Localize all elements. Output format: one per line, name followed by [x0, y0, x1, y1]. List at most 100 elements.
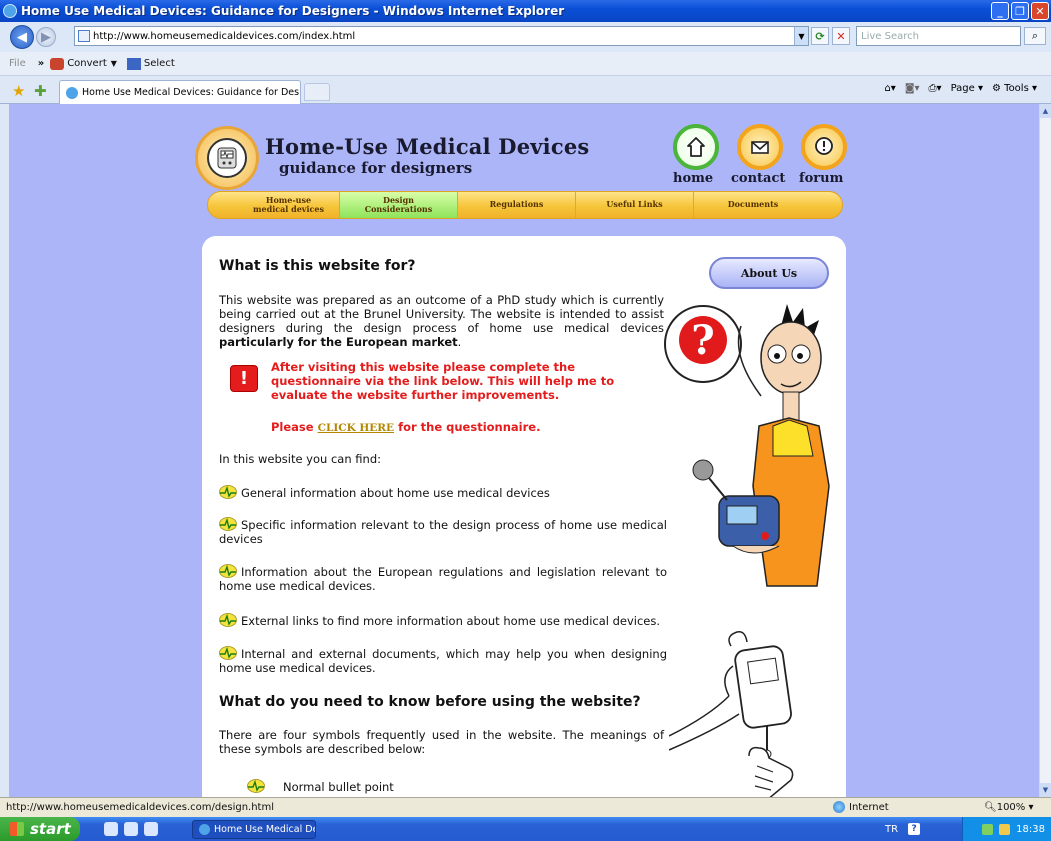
- close-button[interactable]: ✕: [1031, 2, 1049, 20]
- feeds-icon[interactable]: ◙▾: [905, 83, 920, 94]
- nav-useful-links[interactable]: Useful Links: [576, 192, 694, 218]
- windows-flag-icon: [10, 822, 24, 836]
- address-bar[interactable]: http://www.homeusemedicaldevices.com/ind…: [74, 26, 809, 46]
- left-frame: [0, 104, 9, 797]
- forward-button[interactable]: ▶: [36, 27, 56, 47]
- heading-before-using: What do you need to know before using th…: [219, 694, 641, 710]
- chevron-icon[interactable]: »: [38, 58, 44, 69]
- questionnaire-notice: After visiting this website please compl…: [271, 360, 615, 402]
- list-item: Information about the European regulatio…: [219, 564, 667, 593]
- favorites-star-icon[interactable]: ★: [12, 82, 25, 100]
- home-button[interactable]: [673, 124, 719, 170]
- quick-launch-icon[interactable]: [144, 822, 158, 836]
- find-intro: In this website you can find:: [219, 452, 381, 466]
- heartbeat-bullet-icon: [247, 779, 265, 793]
- page-menu[interactable]: Page ▾: [951, 83, 983, 94]
- scroll-up-icon[interactable]: ▲: [1040, 104, 1051, 118]
- forum-button[interactable]: [801, 124, 847, 170]
- quick-launch: [104, 822, 158, 836]
- address-row: ◀ ▶ http://www.homeusemedicaldevices.com…: [0, 22, 1051, 52]
- language-bar[interactable]: TR ?: [885, 823, 921, 835]
- site-logo[interactable]: [195, 126, 259, 190]
- intro-paragraph: This website was prepared as an outcome …: [219, 293, 664, 349]
- contact-label[interactable]: contact: [731, 171, 785, 186]
- page-icon: [78, 30, 90, 42]
- refresh-button[interactable]: ⟳: [811, 27, 829, 45]
- restore-button[interactable]: ❐: [1011, 2, 1029, 20]
- heartbeat-bullet-icon: [219, 517, 237, 531]
- envelope-icon: [751, 141, 769, 154]
- command-tools: ⌂▾ ◙▾ ⎙▾ Page ▾ ⚙ Tools ▾: [884, 83, 1037, 94]
- status-bar: http://www.homeusemedicaldevices.com/des…: [0, 797, 1051, 817]
- new-tab-button[interactable]: [304, 83, 330, 101]
- site-nav: Home-use medical devices Design Considerat…: [207, 191, 843, 219]
- taskbar-item-ie[interactable]: Home Use Medical De...: [192, 820, 316, 839]
- minimize-button[interactable]: _: [991, 2, 1009, 20]
- add-favorite-icon[interactable]: ✚: [34, 82, 47, 100]
- about-us-button[interactable]: About Us: [709, 257, 829, 289]
- search-input[interactable]: Live Search: [856, 26, 1021, 46]
- ie-icon: [199, 824, 210, 835]
- heartbeat-bullet-icon: [219, 613, 237, 627]
- stop-button[interactable]: ✕: [832, 27, 850, 45]
- contact-button[interactable]: [737, 124, 783, 170]
- address-dropdown-icon[interactable]: ▼: [794, 27, 808, 45]
- system-tray: 18:38: [962, 817, 1051, 841]
- select-icon: [126, 57, 141, 70]
- hands-with-device-illustration: [669, 630, 794, 797]
- list-item: General information about home use medic…: [219, 485, 667, 500]
- file-menu[interactable]: File: [9, 58, 26, 69]
- select-button[interactable]: Select: [144, 58, 175, 69]
- nav-regulations[interactable]: Regulations: [458, 192, 576, 218]
- address-text: http://www.homeusemedicaldevices.com/ind…: [93, 30, 356, 42]
- help-icon[interactable]: ?: [908, 823, 921, 835]
- list-item: External links to find more information …: [219, 613, 667, 628]
- search-button[interactable]: ⌕: [1024, 27, 1046, 45]
- heartbeat-bullet-icon: [219, 646, 237, 660]
- tab-ie-icon: [66, 86, 78, 99]
- back-button[interactable]: ◀: [10, 25, 34, 49]
- vertical-scrollbar[interactable]: ▲ ▼: [1039, 104, 1051, 797]
- click-here-link[interactable]: CLICK HERE: [318, 422, 394, 434]
- taskbar: start Home Use Medical De... TR ? 18:38: [0, 817, 1051, 841]
- tab-label: Home Use Medical Devices: Guidance for D…: [82, 87, 301, 98]
- heading-website-purpose: What is this website for?: [219, 258, 416, 274]
- nav-documents[interactable]: Documents: [694, 192, 812, 218]
- nav-home-use[interactable]: Home-use medical devices: [238, 192, 340, 218]
- home-label[interactable]: home: [673, 171, 713, 186]
- symbol-item: Normal bullet point: [247, 779, 394, 794]
- browser-tab[interactable]: Home Use Medical Devices: Guidance for D…: [59, 80, 301, 104]
- heartbeat-bullet-icon: [219, 564, 237, 578]
- heartbeat-bullet-icon: [219, 485, 237, 499]
- questionnaire-line: Please CLICK HERE for the questionnaire.: [271, 420, 541, 434]
- convert-dropdown-icon[interactable]: ▼: [111, 59, 117, 68]
- confused-man-illustration: ?: [664, 304, 830, 587]
- scroll-down-icon[interactable]: ▼: [1040, 783, 1051, 797]
- zoom-level[interactable]: 🔍︎100% ▾: [984, 802, 1034, 813]
- list-item: Internal and external documents, which m…: [219, 646, 667, 675]
- nav-design-considerations[interactable]: Design Considerations: [340, 192, 458, 218]
- print-icon[interactable]: ⎙▾: [929, 83, 942, 94]
- tray-icon[interactable]: [999, 823, 1011, 835]
- start-button[interactable]: start: [0, 817, 80, 841]
- window-controls: _ ❐ ✕: [991, 2, 1049, 20]
- exclamation-icon: !: [230, 365, 258, 392]
- convert-icon: [50, 57, 65, 70]
- security-zone[interactable]: Internet: [833, 801, 889, 813]
- clock: 18:38: [1016, 823, 1045, 835]
- globe-icon: [833, 801, 845, 813]
- convert-button[interactable]: Convert: [67, 58, 107, 69]
- home-icon[interactable]: ⌂▾: [884, 83, 895, 94]
- zone-label: Internet: [849, 801, 889, 813]
- status-url: http://www.homeusemedicaldevices.com/des…: [6, 802, 274, 813]
- tray-icon[interactable]: [982, 823, 994, 835]
- svg-text:?: ?: [691, 317, 714, 364]
- site-title: Home-Use Medical Devices: [265, 134, 590, 159]
- house-icon: [687, 137, 705, 157]
- quick-launch-icon[interactable]: [124, 822, 138, 836]
- tools-menu[interactable]: ⚙ Tools ▾: [992, 83, 1037, 94]
- window-title-bar: Home Use Medical Devices: Guidance for D…: [0, 0, 1051, 22]
- symbols-intro: There are four symbols frequently used i…: [219, 728, 664, 756]
- forum-label[interactable]: forum: [799, 171, 843, 186]
- quick-launch-icon[interactable]: [104, 822, 118, 836]
